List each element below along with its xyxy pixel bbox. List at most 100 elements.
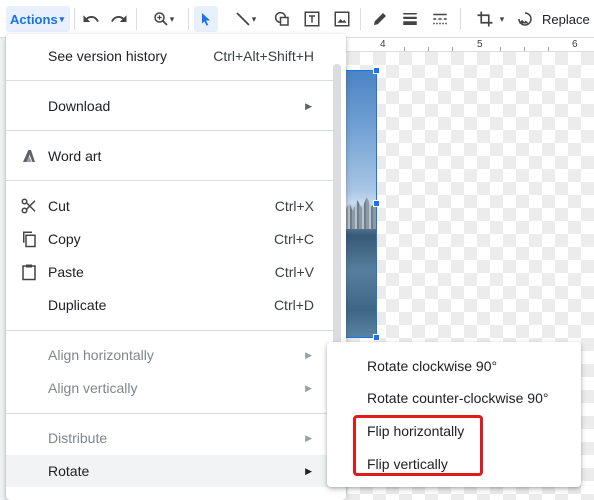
replace-image-button[interactable]: Replace xyxy=(516,6,594,32)
resize-handle[interactable] xyxy=(373,334,380,341)
menu-item-distribute[interactable]: Distribute ▶ xyxy=(6,422,334,454)
menu-item-duplicate[interactable]: Duplicate Ctrl+D xyxy=(6,289,334,321)
city-skyline xyxy=(345,197,376,229)
text-box-icon xyxy=(304,11,320,27)
ruler-tick xyxy=(404,47,405,51)
submenu-item-label: Rotate clockwise 90° xyxy=(367,358,498,374)
chevron-down-icon: ▾ xyxy=(251,13,257,24)
menu-item-label: Align vertically xyxy=(48,380,138,396)
replace-label: Replace xyxy=(542,11,590,27)
menu-item-label: Download xyxy=(48,98,111,114)
menu-item-label: Align horizontally xyxy=(48,347,154,363)
submenu-arrow-icon: ▶ xyxy=(305,432,312,443)
menu-divider xyxy=(6,180,334,181)
menu-divider xyxy=(6,130,334,131)
menu-item-cut[interactable]: Cut Ctrl+X xyxy=(6,190,334,222)
replace-image-icon xyxy=(518,12,532,26)
menu-item-label: Rotate xyxy=(48,463,90,479)
submenu-arrow-icon: ▶ xyxy=(305,465,312,476)
menu-item-download[interactable]: Download ▶ xyxy=(6,90,334,122)
line-tool-button[interactable]: ▾ xyxy=(224,6,266,32)
highlight-annotation-box xyxy=(353,415,483,476)
menu-item-word-art[interactable]: Word art xyxy=(6,140,334,172)
ruler-tick xyxy=(452,47,453,51)
menu-divider xyxy=(6,330,334,331)
cursor-arrow-icon xyxy=(202,13,210,26)
redo-icon xyxy=(111,15,127,22)
menu-item-label: Distribute xyxy=(48,430,108,446)
chevron-down-icon: ▾ xyxy=(169,13,175,24)
toolbar-divider xyxy=(460,8,461,30)
menu-item-shortcut: Ctrl+Alt+Shift+H xyxy=(213,48,314,64)
select-tool-button[interactable] xyxy=(194,6,218,32)
redo-button[interactable] xyxy=(108,6,130,32)
undo-icon xyxy=(83,15,99,22)
border-weight-icon xyxy=(403,13,417,25)
menu-item-shortcut: Ctrl+D xyxy=(273,297,314,313)
text-box-button[interactable] xyxy=(300,6,324,32)
menu-item-shortcut: Ctrl+C xyxy=(273,231,314,247)
submenu-item-label: Rotate counter-clockwise 90° xyxy=(367,390,549,406)
line-icon xyxy=(236,12,250,26)
pencil-icon xyxy=(374,13,386,25)
copy-icon xyxy=(20,230,38,248)
border-weight-button[interactable] xyxy=(398,6,422,32)
menu-item-label: Word art xyxy=(48,148,102,164)
shape-tool-button[interactable] xyxy=(270,6,294,32)
menu-divider xyxy=(6,413,334,414)
menu-item-see-version-history[interactable]: See version history Ctrl+Alt+Shift+H xyxy=(6,40,334,72)
toolbar-divider xyxy=(188,8,189,30)
zoom-button[interactable]: ▾ xyxy=(144,6,182,32)
submenu-item-rotate-clockwise[interactable]: Rotate clockwise 90° xyxy=(327,350,581,382)
resize-handle[interactable] xyxy=(373,200,380,207)
ruler-tick xyxy=(500,47,501,51)
actions-menu-button[interactable]: Actions ▾ xyxy=(6,6,70,32)
word-art-icon xyxy=(20,147,38,165)
chevron-down-icon: ▾ xyxy=(499,13,505,24)
menu-item-shortcut: Ctrl+X xyxy=(274,198,314,214)
resize-handle[interactable] xyxy=(373,67,380,74)
toolbar: Actions ▾ ▾ ▾ ▾ Replace xyxy=(0,0,594,38)
clipboard-icon xyxy=(20,263,38,281)
image-button[interactable] xyxy=(330,6,354,32)
menu-item-rotate[interactable]: Rotate ▶ xyxy=(6,455,334,487)
crop-icon xyxy=(477,11,493,27)
menu-item-label: Paste xyxy=(48,264,84,280)
chevron-down-icon: ▾ xyxy=(59,13,65,24)
border-color-button[interactable] xyxy=(368,6,392,32)
menu-item-label: See version history xyxy=(48,48,168,64)
ruler-tick xyxy=(428,47,429,51)
undo-button[interactable] xyxy=(80,6,102,32)
ruler-label: 6 xyxy=(572,39,578,50)
menu-item-align-vertically[interactable]: Align vertically ▶ xyxy=(6,372,334,404)
border-dash-button[interactable] xyxy=(428,6,452,32)
toolbar-divider xyxy=(74,8,75,30)
horizontal-ruler: 4 5 6 xyxy=(334,38,594,52)
menu-item-copy[interactable]: Copy Ctrl+C xyxy=(6,223,334,255)
crop-button[interactable]: ▾ xyxy=(468,6,512,32)
menu-item-align-horizontally[interactable]: Align horizontally ▶ xyxy=(6,339,334,371)
shape-icon xyxy=(274,11,289,26)
submenu-arrow-icon: ▶ xyxy=(305,382,312,393)
menu-item-shortcut: Ctrl+V xyxy=(274,264,314,280)
ruler-label: 5 xyxy=(477,39,483,50)
menu-item-label: Cut xyxy=(48,198,70,214)
toolbar-divider xyxy=(360,8,361,30)
submenu-arrow-icon: ▶ xyxy=(305,349,312,360)
ruler-label: 4 xyxy=(380,39,386,50)
ruler-tick xyxy=(548,47,549,51)
submenu-arrow-icon: ▶ xyxy=(305,100,312,111)
ruler-tick xyxy=(524,47,525,51)
actions-label: Actions xyxy=(10,11,58,27)
border-dash-icon xyxy=(433,13,447,25)
submenu-item-rotate-counter-clockwise[interactable]: Rotate counter-clockwise 90° xyxy=(327,382,581,414)
actions-menu: See version history Ctrl+Alt+Shift+H Dow… xyxy=(6,34,346,500)
menu-item-label: Duplicate xyxy=(48,297,107,313)
scissors-icon xyxy=(20,197,38,215)
menu-item-label: Copy xyxy=(48,231,81,247)
toolbar-divider xyxy=(136,8,137,30)
menu-item-paste[interactable]: Paste Ctrl+V xyxy=(6,256,334,288)
zoom-icon xyxy=(153,12,168,26)
menu-scrollbar[interactable] xyxy=(333,64,341,360)
image-icon xyxy=(334,11,350,27)
